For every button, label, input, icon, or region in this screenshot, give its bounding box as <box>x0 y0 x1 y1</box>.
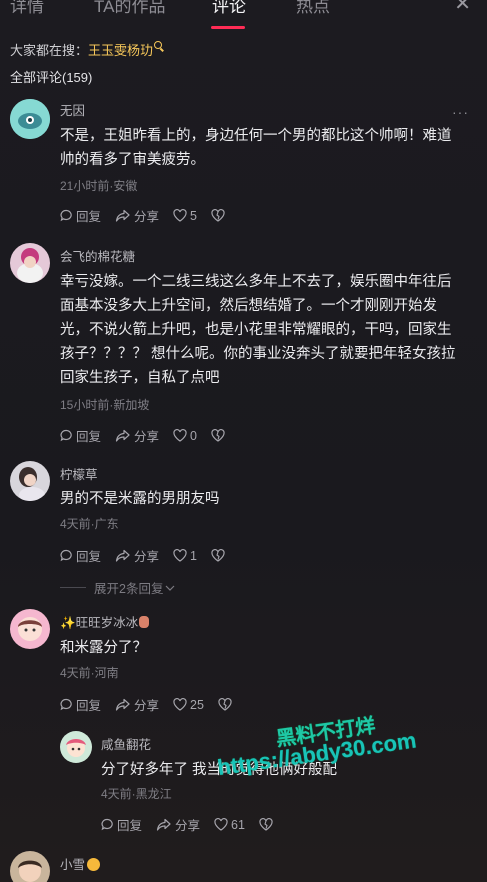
dislike-button[interactable] <box>211 209 228 222</box>
avatar[interactable] <box>10 461 50 501</box>
comment-author[interactable]: 咸鱼翻花 <box>101 734 151 753</box>
comment-author[interactable]: 会飞的棉花糖 <box>60 246 135 265</box>
share-icon <box>115 429 130 442</box>
comment-text: 不是，王姐昨看上的，身边任何一个男的都比这个帅啊！难道帅的看多了审美疲劳。 <box>60 128 452 168</box>
like-count: 1 <box>190 548 197 563</box>
like-count: 25 <box>190 697 204 712</box>
share-icon <box>156 818 171 831</box>
like-button[interactable]: 1 <box>173 549 197 563</box>
heart-icon <box>173 549 187 562</box>
dislike-button[interactable] <box>211 429 228 442</box>
search-prefix: 大家都在搜： <box>10 43 89 58</box>
chevron-down-icon <box>166 585 175 591</box>
comment-author[interactable]: 无因 <box>60 100 85 119</box>
share-icon <box>115 549 130 562</box>
comment-meta: 4天前·黑龙江 <box>101 787 172 801</box>
share-icon <box>115 209 130 222</box>
share-icon <box>115 698 130 711</box>
like-count: 0 <box>190 428 197 443</box>
comment-actions: 回复 分享 61 <box>101 815 290 834</box>
comment-author[interactable]: ✨旺旺岁冰冰 <box>60 612 150 631</box>
watermark-title: 黑料不打烊 <box>274 714 377 751</box>
active-tab-indicator <box>211 26 245 29</box>
comment-actions: 回复 分享 0 <box>60 426 242 445</box>
avatar[interactable] <box>60 731 92 763</box>
comment-text: 幸亏没嫁。一个二线三线这么多年上不去了，娱乐圈中年往后面基本没多大上升空间，然后… <box>60 274 456 386</box>
comment-meta: 4天前·河南 <box>60 666 119 680</box>
reply-icon <box>60 209 72 222</box>
broken-heart-icon <box>211 429 225 442</box>
comment-actions: 回复 分享 5 <box>60 206 242 225</box>
broken-heart-icon <box>211 209 225 222</box>
dislike-button[interactable] <box>218 698 235 711</box>
reply-icon <box>60 429 72 442</box>
comment-text: 分了好多年了 我当时觉得他俩好般配 <box>101 762 338 778</box>
like-count: 61 <box>231 817 245 832</box>
heart-icon <box>173 209 187 222</box>
reply-button[interactable]: 回复 <box>60 206 101 225</box>
dislike-button[interactable] <box>211 549 228 562</box>
reply-button[interactable]: 回复 <box>60 695 101 714</box>
tab-hot[interactable]: 热点 <box>296 0 330 17</box>
tab-works[interactable]: TA的作品 <box>94 0 165 17</box>
comment-author[interactable]: 小雪 <box>60 854 101 873</box>
like-count: 5 <box>190 208 197 223</box>
comment-meta: 15小时前·新加坡 <box>60 398 150 412</box>
comment-meta: 4天前·广东 <box>60 517 119 531</box>
reply-icon <box>60 549 72 562</box>
more-icon[interactable]: ··· <box>452 104 469 120</box>
reply-button[interactable]: 回复 <box>101 815 142 834</box>
comment-meta: 21小时前·安徽 <box>60 179 138 193</box>
like-button[interactable]: 5 <box>173 209 197 223</box>
reply-button[interactable]: 回复 <box>60 546 101 565</box>
avatar[interactable] <box>10 609 50 649</box>
reply-icon <box>60 698 72 711</box>
expand-replies-button[interactable]: 展开2条回复 <box>60 578 175 597</box>
reply-button[interactable]: 回复 <box>60 426 101 445</box>
avatar[interactable] <box>10 99 50 139</box>
like-button[interactable]: 25 <box>173 698 204 712</box>
comment-author[interactable]: 柠檬草 <box>60 464 98 483</box>
share-button[interactable]: 分享 <box>156 815 200 834</box>
like-button[interactable]: 61 <box>214 818 245 832</box>
smiling-face-hearts-icon <box>87 858 101 871</box>
heart-icon <box>173 698 187 711</box>
share-button[interactable]: 分享 <box>115 426 159 445</box>
close-icon[interactable]: ✕ <box>454 0 471 15</box>
share-button[interactable]: 分享 <box>115 546 159 565</box>
heart-icon <box>173 429 187 442</box>
search-suggestion[interactable]: 大家都在搜：王玉雯杨玏 <box>10 40 163 59</box>
avatar[interactable] <box>10 243 50 283</box>
broken-heart-icon <box>259 818 273 831</box>
comment-text: 和米露分了？ <box>60 640 147 656</box>
reply-icon <box>101 818 113 831</box>
search-keyword[interactable]: 王玉雯杨玏 <box>88 43 153 58</box>
like-button[interactable]: 0 <box>173 429 197 443</box>
comment-text: 男的不是米露的男朋友吗 <box>60 491 220 507</box>
share-button[interactable]: 分享 <box>115 206 159 225</box>
heart-icon <box>214 818 228 831</box>
comment-actions: 回复 分享 1 <box>60 546 242 565</box>
broken-heart-icon <box>211 549 225 562</box>
tab-details[interactable]: 详情 <box>10 0 44 17</box>
sparkle-icon: ✨ <box>60 616 76 630</box>
divider <box>60 587 86 588</box>
bear-emoji-icon <box>139 616 150 628</box>
share-button[interactable]: 分享 <box>115 695 159 714</box>
tab-bar: 详情 TA的作品 评论 热点 ✕ <box>0 0 487 32</box>
comments-count: 全部评论(159) <box>10 70 93 85</box>
dislike-button[interactable] <box>259 818 276 831</box>
search-icon <box>154 41 163 49</box>
avatar[interactable] <box>10 851 50 882</box>
tab-comments[interactable]: 评论 <box>212 0 246 17</box>
comment-actions: 回复 分享 25 <box>60 695 249 714</box>
broken-heart-icon <box>218 698 232 711</box>
